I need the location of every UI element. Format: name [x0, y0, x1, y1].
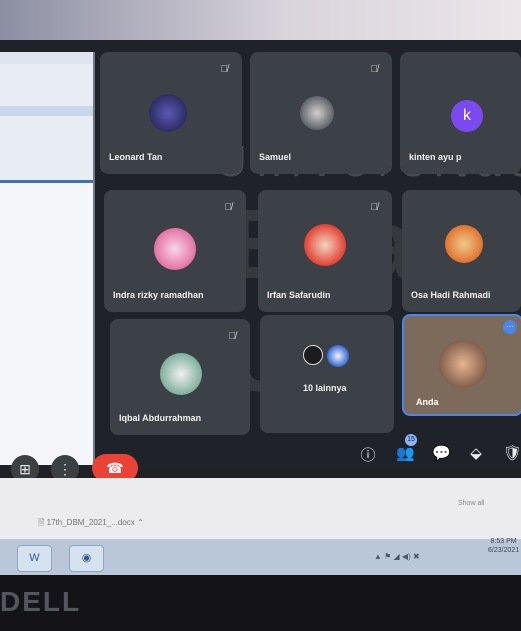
people-count-badge: 15	[405, 434, 417, 446]
mic-off-icon: 🎙̸	[224, 202, 233, 213]
letter-avatar: k	[451, 100, 483, 132]
mic-off-icon: 🎙̸	[220, 64, 229, 75]
participant-name: Iqbal Abdurrahman	[119, 413, 202, 423]
self-camera-face	[439, 340, 487, 388]
self-view-menu-icon[interactable]: ⋯	[503, 320, 517, 334]
dell-logo: DELL	[0, 586, 82, 617]
left-window-panel	[0, 180, 93, 465]
participant-name: Indra rizky ramadhan	[113, 290, 204, 300]
security-icon[interactable]: 🛡	[503, 444, 521, 462]
mic-off-icon: 🎙̸	[370, 202, 379, 213]
chat-icon[interactable]: 💬	[432, 444, 451, 462]
avatar	[303, 345, 323, 365]
clock-date: 6/23/2021	[488, 547, 520, 554]
participant-tile[interactable]: 🎙̸ Irfan Safarudin	[258, 190, 392, 312]
participant-tile[interactable]: k kinten ayu p	[400, 52, 521, 174]
info-icon[interactable]: ⓘ	[359, 444, 377, 464]
download-file-chip[interactable]: 🗎 17th_DBM_2021_...docx ⌃	[38, 517, 144, 531]
taskbar-clock[interactable]: 8:53 PM 6/23/2021	[488, 537, 519, 555]
others-tile[interactable]: 10 lainnya	[260, 315, 394, 433]
people-icon[interactable]: 👥	[396, 444, 415, 462]
avatar	[149, 94, 187, 132]
avatar	[300, 96, 334, 130]
avatar	[327, 345, 349, 367]
chevron-up-icon[interactable]: ⌃	[137, 518, 144, 527]
participant-tile[interactable]: 🎙̸ Indra rizky ramadhan	[104, 190, 246, 312]
left-window-titlebar[interactable]	[0, 52, 93, 64]
others-count-label: 10 lainnya	[303, 383, 347, 393]
mic-off-icon: 🎙̸	[370, 64, 379, 75]
avatar	[445, 225, 483, 263]
participant-tile[interactable]: 🎙̸ Iqbal Abdurrahman	[110, 319, 250, 435]
self-view-label: Anda	[416, 397, 439, 407]
taskbar-app-word[interactable]: W	[17, 545, 52, 572]
participant-name: kinten ayu p	[409, 152, 462, 162]
activities-icon[interactable]: ⬙	[467, 444, 485, 462]
meet-window: Universitas Esa U 🎙̸ Leonard Tan 🎙̸ Samu…	[0, 40, 521, 510]
avatar	[160, 353, 202, 395]
mic-off-icon: 🎙̸	[228, 331, 237, 342]
participant-tile[interactable]: 🎙̸ Samuel	[250, 52, 392, 174]
participant-name: Irfan Safarudin	[267, 290, 331, 300]
system-tray[interactable]: ▲ ⚑ ◢ ◀) ✖	[374, 552, 420, 561]
clock-time: 8:53 PM	[490, 538, 517, 545]
participant-name: Samuel	[259, 152, 292, 162]
word-file-icon: 🗎	[38, 518, 47, 527]
end-call-icon: ☎	[106, 460, 124, 476]
participant-name: Osa Hadi Rahmadi	[411, 290, 491, 300]
show-all-link[interactable]: Show all	[458, 500, 484, 507]
taskbar-app-browser[interactable]: ◉	[69, 545, 104, 572]
avatar	[154, 228, 196, 270]
participant-name: Leonard Tan	[109, 152, 163, 162]
avatar	[304, 224, 346, 266]
participant-tile[interactable]: Osa Hadi Rahmadi	[402, 190, 521, 312]
participant-tile[interactable]: 🎙̸ Leonard Tan	[100, 52, 242, 174]
download-file-name: 17th_DBM_2021_...docx	[46, 518, 135, 527]
left-window-toolbar	[0, 106, 93, 116]
left-application-window[interactable]	[0, 52, 95, 465]
self-view-tile[interactable]: ⋯ Anda	[402, 314, 521, 416]
